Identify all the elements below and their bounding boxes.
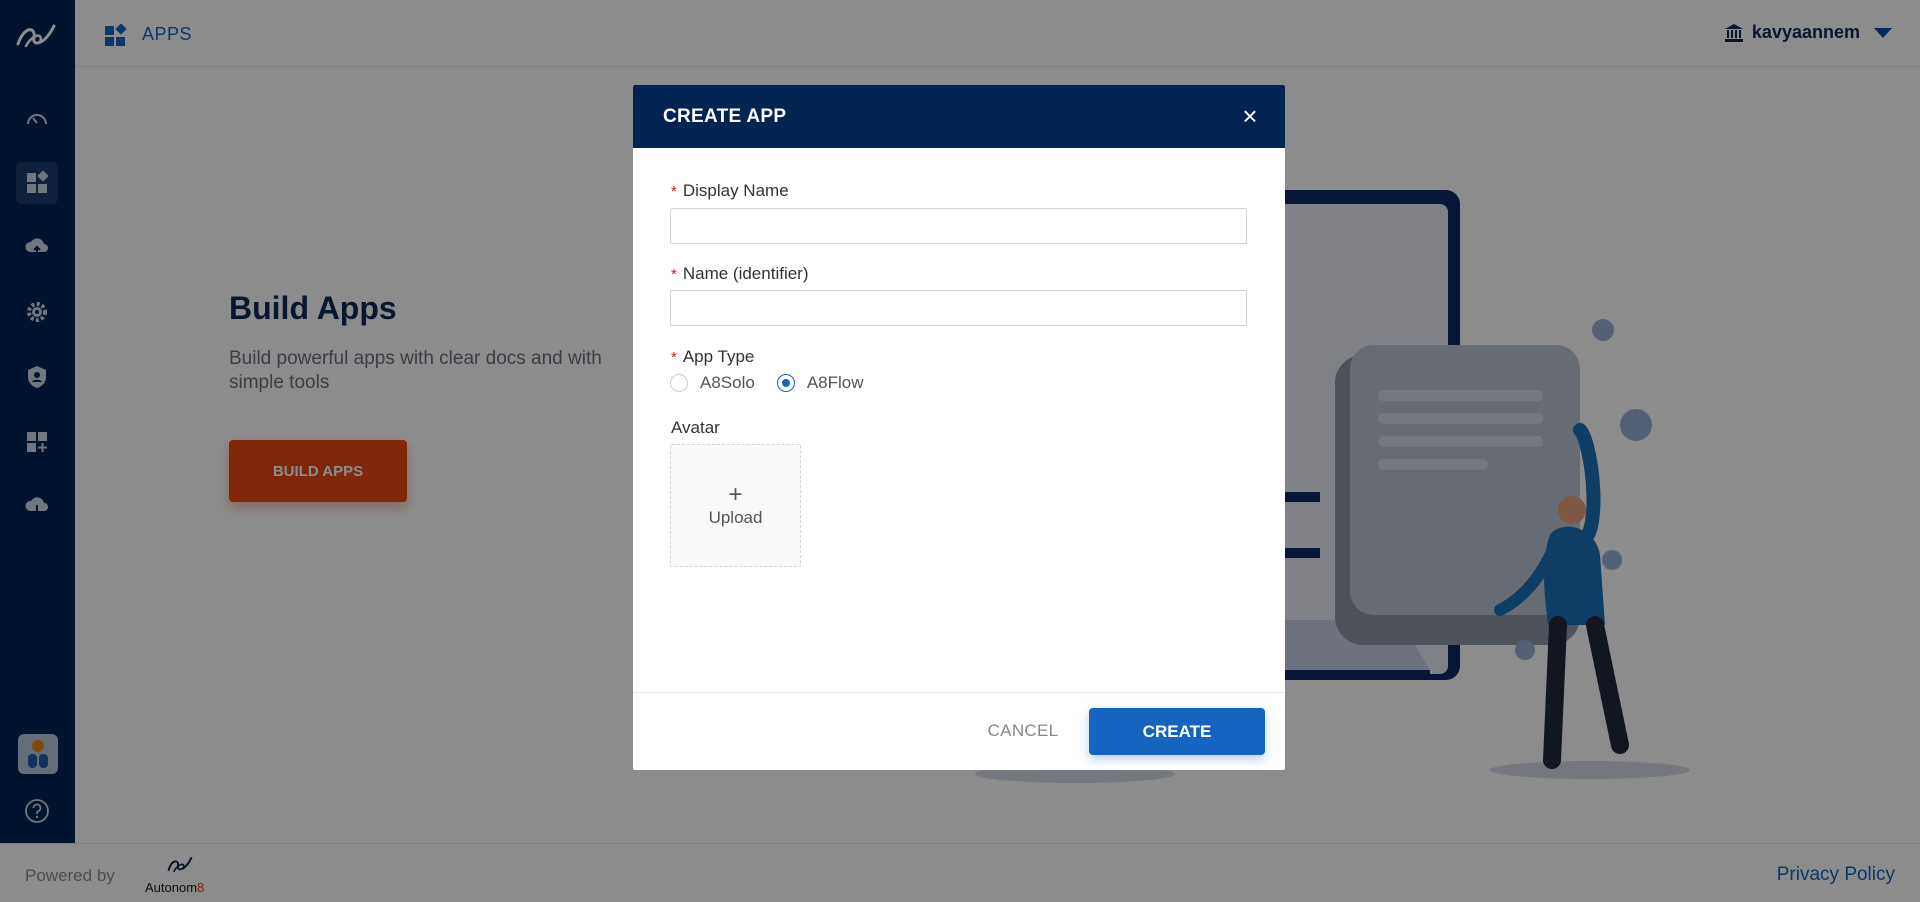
dialog-header: CREATE APP × <box>633 85 1285 148</box>
radio-button-selected[interactable] <box>776 374 795 392</box>
app-type-radio-group: A8Solo A8Flow <box>670 373 886 393</box>
radio-button[interactable] <box>670 374 688 392</box>
cancel-button[interactable]: CANCEL <box>943 708 1103 754</box>
name-identifier-label: * Name (identifier) <box>671 264 809 283</box>
create-app-dialog: CREATE APP × * Display Name * Name (identi… <box>633 85 1285 770</box>
required-marker: * <box>671 266 677 283</box>
plus-icon: + <box>728 480 743 508</box>
avatar-label: Avatar <box>671 418 720 437</box>
name-identifier-input[interactable] <box>670 290 1247 326</box>
display-name-input[interactable] <box>670 208 1247 244</box>
radio-a8flow[interactable]: A8Flow <box>776 373 864 393</box>
app-type-label: * App Type <box>671 347 755 366</box>
radio-a8solo[interactable]: A8Solo <box>670 373 755 393</box>
avatar-upload[interactable]: + Upload <box>670 444 801 567</box>
create-button[interactable]: CREATE <box>1089 708 1265 755</box>
close-icon[interactable]: × <box>1237 103 1263 129</box>
dialog-footer: CANCEL CREATE <box>633 692 1285 770</box>
display-name-label: * Display Name <box>671 181 789 200</box>
upload-label: Upload <box>708 507 763 527</box>
dialog-title: CREATE APP <box>663 106 787 127</box>
required-marker: * <box>671 183 677 200</box>
required-marker: * <box>671 349 677 366</box>
